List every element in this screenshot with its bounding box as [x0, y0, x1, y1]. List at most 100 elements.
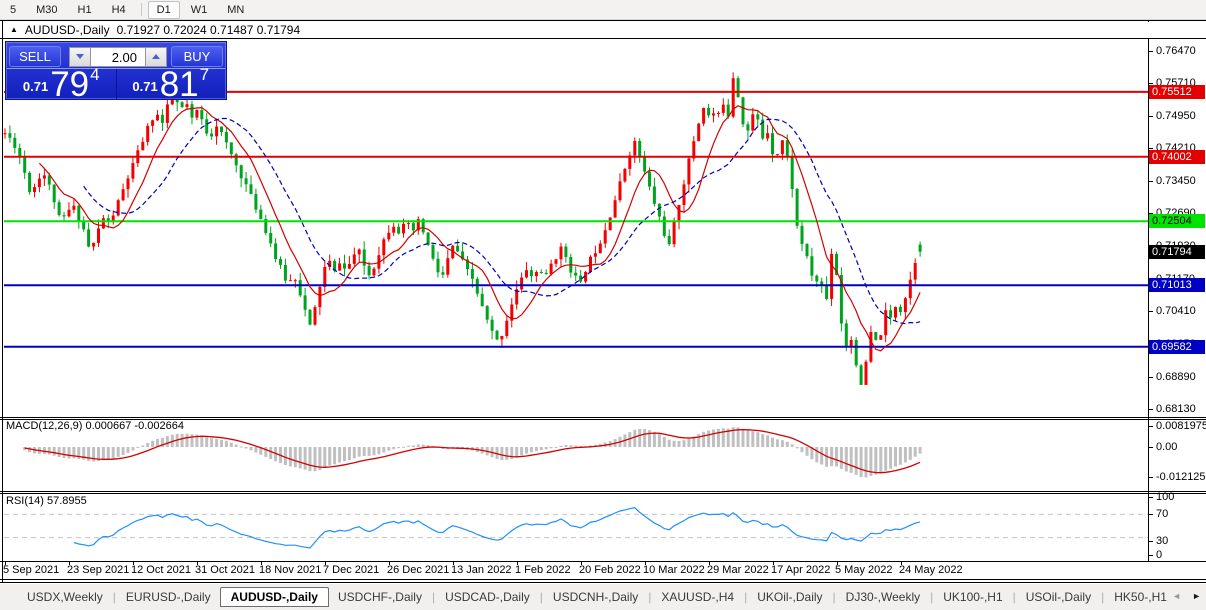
symbol-tab-usdchf-daily[interactable]: USDCHF-,Daily: [329, 587, 431, 607]
symbol-tab-usdx-weekly[interactable]: USDX,Weekly: [18, 587, 112, 607]
symbol-tab-hk50-h1[interactable]: HK50-,H1: [1105, 587, 1176, 607]
axis-tick-mark: [1149, 497, 1153, 498]
chart-title-bar: ▲ AUDUSD-,Daily 0.71927 0.72024 0.71487 …: [3, 22, 1203, 38]
tab-separator: |: [648, 590, 652, 604]
symbol-tab-uk100-h1[interactable]: UK100-,H1: [934, 587, 1011, 607]
timeframe-button-d1[interactable]: D1: [147, 0, 180, 19]
timeframe-button-h4[interactable]: H4: [103, 1, 135, 19]
date-axis-label: 5 Sep 2021: [3, 564, 60, 576]
date-tick-mark: [325, 561, 326, 565]
buy-price-prefix: 0.71: [132, 79, 158, 94]
tab-separator: |: [431, 590, 436, 604]
buy-price-main: 81: [159, 65, 199, 104]
tab-separator: |: [930, 590, 934, 604]
axis-tick-mark: [1149, 541, 1153, 542]
trading-app-window: 5 M30 H1 H4 D1 W1 MN ▲ AUDUSD-,Daily 0.71927 0…: [0, 0, 1206, 610]
volume-decrease-button[interactable]: [69, 46, 91, 67]
tab-scroll-right-icon[interactable]: ►: [1192, 590, 1201, 602]
axis-tick-mark: [1149, 514, 1153, 515]
date-axis-label: 18 Nov 2021: [259, 564, 322, 576]
current-price-badge: 0.71794: [1149, 244, 1205, 259]
price-line-badge: 0.75512: [1149, 84, 1205, 99]
price-axis-label: 0.70410: [1156, 305, 1196, 318]
price-axis-label: 0.73450: [1156, 174, 1196, 187]
date-tick-mark: [837, 561, 838, 565]
symbol-tab-audusd-daily[interactable]: AUDUSD-,Daily: [219, 587, 329, 607]
axis-tick-mark: [1149, 50, 1153, 52]
date-tick-mark: [453, 561, 454, 565]
date-axis-label: 23 Sep 2021: [67, 564, 130, 576]
timeframe-button-w1[interactable]: W1: [182, 1, 217, 19]
date-tick-mark: [517, 561, 518, 565]
symbol-tab-usdcnh-daily[interactable]: USDCNH-,Daily: [544, 587, 647, 607]
date-tick-mark: [773, 561, 774, 565]
timeframe-button-mn[interactable]: MN: [218, 1, 253, 19]
tab-separator: |: [539, 590, 543, 604]
symbol-tab-ukoil-daily[interactable]: UKOil-,Daily: [748, 587, 831, 607]
buy-price-pip: 7: [199, 65, 210, 84]
price-axis: 0.76470 0.75710 0.74950 0.74210 0.73450 0.726…: [1149, 0, 1206, 610]
sell-button[interactable]: SELL: [9, 46, 61, 67]
buy-price[interactable]: 0.71 81 7: [117, 65, 226, 104]
price-axis-label: 0.76470: [1156, 44, 1196, 57]
rsi-axis-label: 70: [1156, 508, 1169, 520]
date-tick-mark: [389, 561, 390, 565]
tab-separator: |: [112, 590, 116, 604]
chart-window-bottom-border: [0, 579, 1206, 580]
rsi-panel-top-border: [0, 491, 1206, 492]
axis-tick-mark: [1149, 555, 1153, 556]
date-axis-label: 29 Mar 2022: [707, 564, 769, 576]
symbol-tab-bar: USDX,Weekly | EURUSD-,Daily AUDUSD-,Daily US…: [0, 584, 1206, 610]
tab-separator: |: [744, 590, 748, 604]
tab-scroll-left-icon[interactable]: ◄: [1172, 590, 1181, 602]
chart-window-top-border: [0, 20, 1206, 21]
date-axis-label: 31 Oct 2021: [195, 564, 255, 576]
symbol-tab-xauusd-h4[interactable]: XAUUSD-,H4: [652, 587, 743, 607]
axis-tick-mark: [1149, 116, 1153, 118]
date-tick-mark: [133, 561, 134, 565]
volume-increase-button[interactable]: [145, 46, 167, 67]
symbol-tab-usoil-daily[interactable]: USOil-,Daily: [1017, 587, 1100, 607]
axis-tick-mark: [1149, 376, 1153, 378]
tab-separator: |: [1101, 590, 1105, 604]
price-axis-label: 0.74950: [1156, 110, 1196, 123]
date-axis-label: 26 Dec 2021: [387, 564, 450, 576]
timeframe-button-h1[interactable]: H1: [69, 1, 101, 19]
date-axis-label: 17 Apr 2022: [771, 564, 831, 576]
axis-tick-mark: [1149, 409, 1153, 411]
symbol-tab-dj30-weekly[interactable]: DJ30-,Weekly: [837, 587, 929, 607]
date-tick-mark: [5, 561, 6, 565]
date-tick-mark: [261, 561, 262, 565]
sell-price-prefix: 0.71: [22, 79, 49, 94]
symbol-tab-usdcad-daily[interactable]: USDCAD-,Daily: [436, 587, 539, 607]
date-axis-label: 20 Feb 2022: [579, 564, 641, 576]
timeframe-button-5[interactable]: 5: [1, 1, 25, 19]
timeframe-button-m30[interactable]: M30: [27, 1, 66, 19]
price-line-badge: 0.74002: [1149, 149, 1205, 164]
tab-scroll-controls: ◄ ►: [1172, 590, 1201, 602]
volume-input[interactable]: 2.00: [91, 46, 145, 67]
trade-prices-row: 0.71 79 4 0.71 81 7: [7, 65, 226, 104]
date-axis-label: 12 Oct 2021: [131, 564, 191, 576]
axis-tick-mark: [1149, 147, 1153, 149]
macd-axis-label: 0.0081975: [1156, 420, 1206, 432]
axis-tick-mark: [1149, 180, 1153, 182]
sell-price[interactable]: 0.71 79 4: [7, 65, 117, 104]
sell-price-main: 79: [50, 65, 90, 104]
symbol-collapse-icon[interactable]: ▲: [10, 25, 18, 35]
date-axis-label: 5 May 2022: [835, 564, 893, 576]
date-axis-line: [0, 561, 1206, 562]
macd-panel-top-border: [0, 417, 1206, 418]
buy-button[interactable]: BUY: [171, 46, 223, 67]
price-line-badge: 0.71013: [1149, 278, 1205, 293]
symbol-tab-eurusd-daily[interactable]: EURUSD-,Daily: [117, 587, 220, 607]
toolbar-separator: [140, 3, 142, 16]
axis-tick-mark: [1149, 447, 1153, 448]
title-bar-bottom-border: [0, 38, 1206, 39]
date-axis-label: 24 May 2022: [899, 564, 963, 576]
macd-axis-label: -0.0121250: [1156, 471, 1206, 483]
macd-indicator-label: MACD(12,26,9) 0.000667 -0.002664: [6, 420, 184, 432]
rsi-panel-top-border2: [0, 493, 1206, 494]
date-axis: 5 Sep 2021 23 Sep 2021 12 Oct 2021 31 Oct 2…: [0, 561, 1148, 579]
rsi-axis-label: 100: [1156, 491, 1175, 503]
